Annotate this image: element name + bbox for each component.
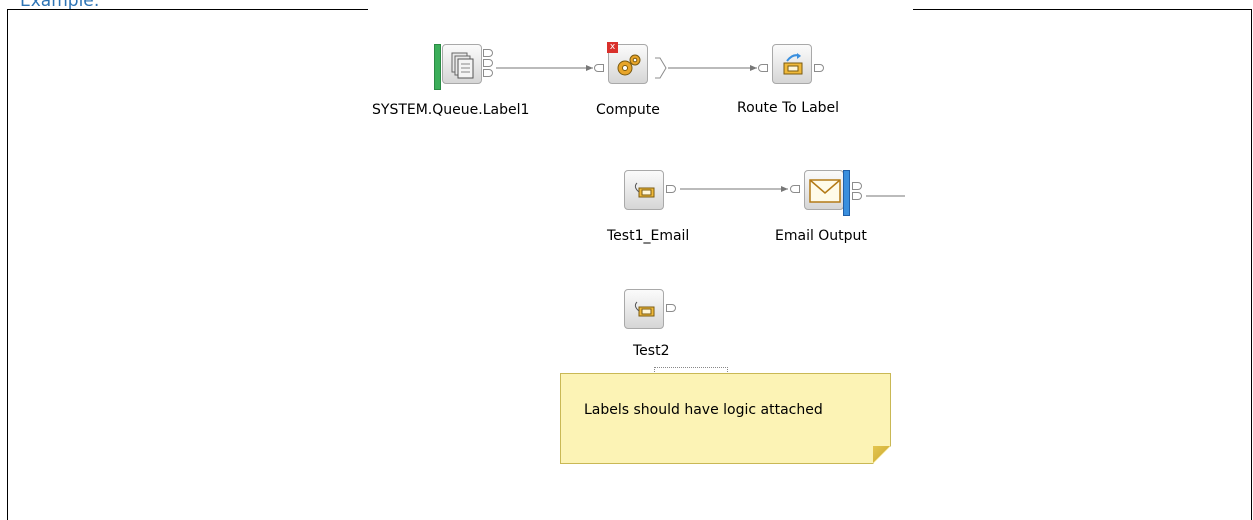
- terminal-out[interactable]: [852, 182, 862, 190]
- terminal-failure[interactable]: [852, 192, 862, 200]
- terminal-failure[interactable]: [483, 49, 493, 57]
- output-bar: [843, 170, 850, 216]
- note-text: Labels should have logic attached: [584, 402, 823, 418]
- node-label: Test1_Email: [607, 228, 690, 244]
- compute-terminals[interactable]: [655, 57, 667, 79]
- node-label: SYSTEM.Queue.Label1: [372, 102, 530, 118]
- error-badge-icon: x: [607, 42, 618, 53]
- node-label: Route To Label: [737, 100, 840, 116]
- node-label: Compute: [596, 102, 660, 118]
- mq-input-icon: [442, 44, 482, 84]
- email-envelope-icon: [804, 170, 844, 210]
- label-tag-icon: [624, 289, 664, 329]
- input-bar: [434, 44, 441, 90]
- sticky-note[interactable]: Labels should have logic attached: [560, 373, 891, 464]
- terminal-out[interactable]: [666, 185, 676, 193]
- terminal-out[interactable]: [483, 59, 493, 67]
- terminal-out[interactable]: [814, 64, 824, 72]
- route-to-label-icon: [772, 44, 812, 84]
- node-label: Email Output: [775, 228, 867, 244]
- terminal-catch[interactable]: [483, 69, 493, 77]
- terminal-in[interactable]: [758, 64, 768, 72]
- node-label: Test2: [633, 343, 670, 359]
- terminal-in[interactable]: [594, 64, 604, 72]
- terminal-out[interactable]: [666, 304, 676, 312]
- terminal-in[interactable]: [790, 185, 800, 193]
- label-tag-icon: [624, 170, 664, 210]
